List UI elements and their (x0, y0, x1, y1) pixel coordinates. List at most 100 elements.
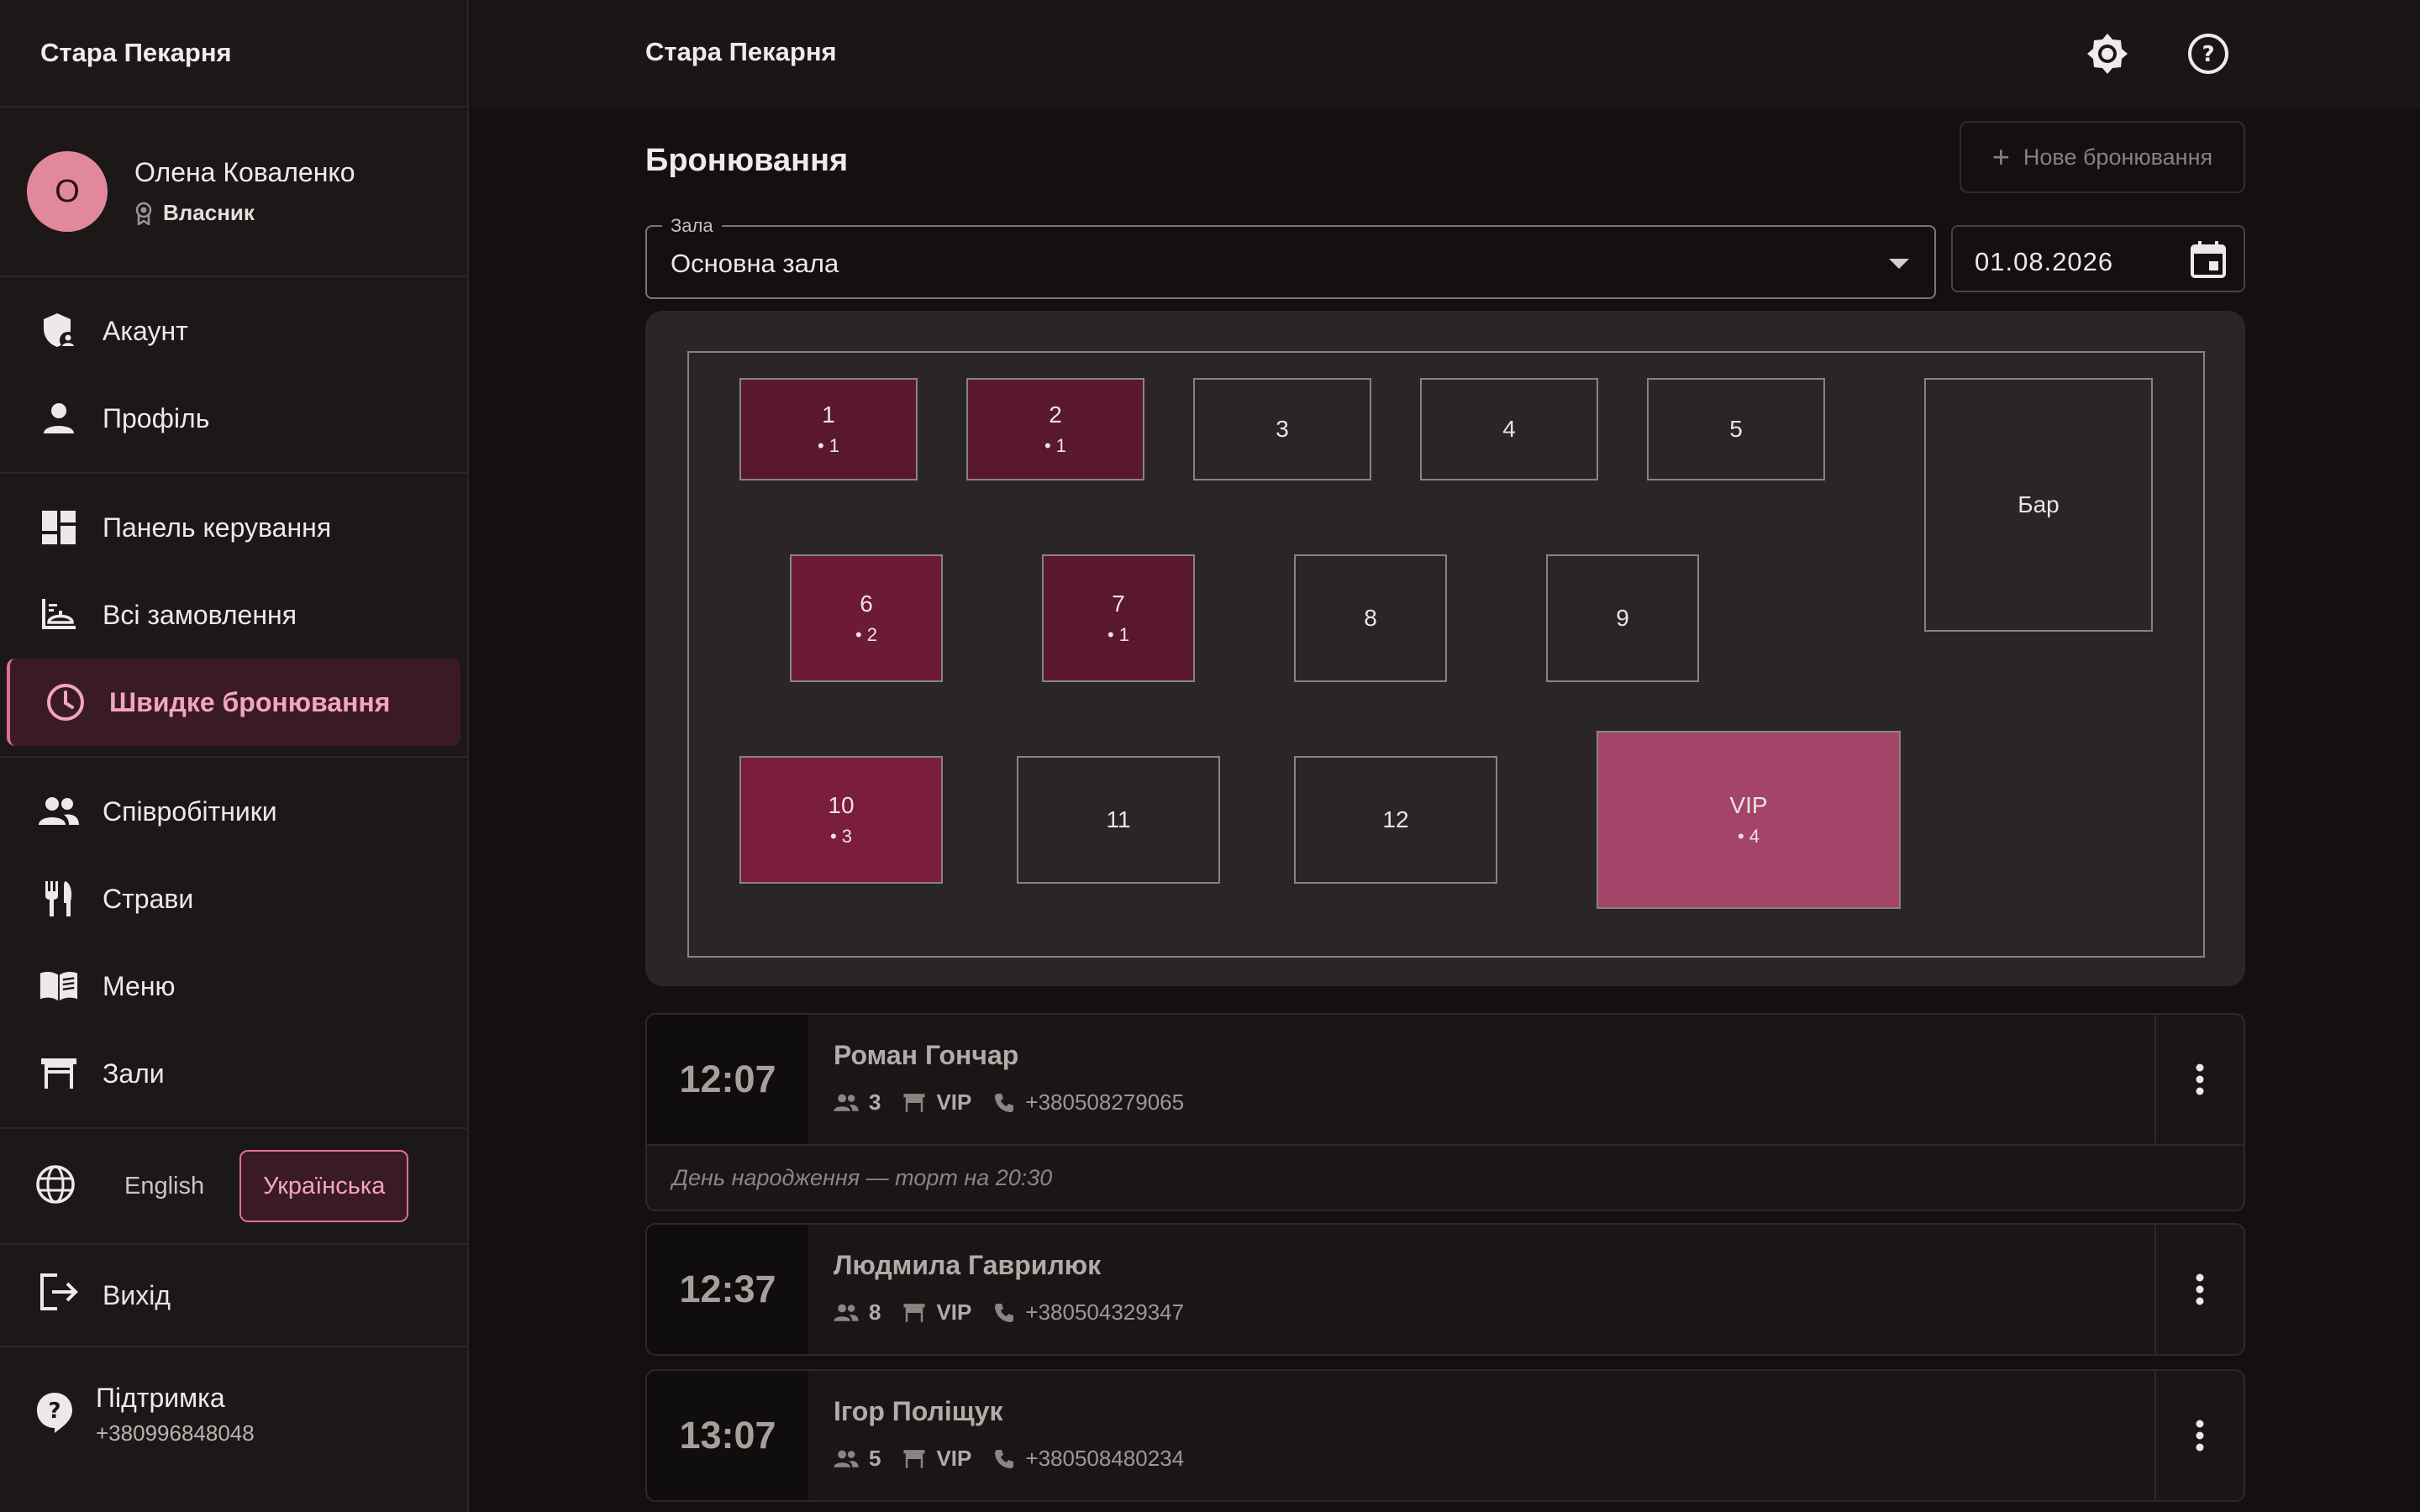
date-picker[interactable]: 01.08.2026 (1951, 225, 2245, 292)
table-label: VIP (1729, 792, 1768, 818)
svg-text:?: ? (48, 1399, 60, 1424)
help-circle-icon: ? (2188, 34, 2228, 74)
topbar-title: Стара Пекарня (645, 37, 837, 66)
new-booking-label: Нове бронювання (2023, 144, 2213, 170)
table-booking-count: • 1 (1107, 624, 1130, 645)
main-content: Бронювання + Нове бронювання Зала Основн… (645, 108, 2245, 1502)
sidebar-item-label: Швидке бронювання (109, 686, 391, 717)
dashboard-icon (39, 507, 79, 548)
people-icon (834, 1450, 859, 1467)
help-button[interactable]: ? (2180, 25, 2237, 82)
nav-group-main: Панель керування Всі замовлення Швидке б… (0, 474, 467, 758)
table-2[interactable]: 2 • 1 (966, 378, 1144, 480)
sidebar-item-label: Зали (103, 1058, 165, 1089)
table-5[interactable]: 5 (1647, 378, 1825, 480)
reservation-menu-button[interactable] (2154, 1015, 2244, 1144)
floor-plan: 1 • 1 2 • 1 3 4 5 Бар 6 • 2 7 • 1 8 9 10… (645, 311, 2245, 986)
people-icon (834, 1094, 859, 1111)
new-booking-button[interactable]: + Нове бронювання (1960, 121, 2245, 193)
more-vert-icon (2196, 1063, 2204, 1095)
table-10[interactable]: 10 • 3 (739, 756, 943, 884)
brightness-icon (2087, 34, 2128, 74)
sidebar-brand: Стара Пекарня (0, 0, 467, 108)
hall-select[interactable]: Зала Основна зала (645, 215, 1936, 299)
sidebar-item-account[interactable]: Акаунт (0, 287, 467, 375)
table-label: 12 (1382, 806, 1409, 832)
person-icon (39, 398, 79, 438)
reservation-card[interactable]: 13:07 Ігор Поліщук 5 VIP +380508480234 (645, 1369, 2245, 1502)
sidebar-item-label: Панель керування (103, 512, 332, 543)
sidebar-item-orders[interactable]: Всі замовлення (0, 571, 467, 659)
table-1[interactable]: 1 • 1 (739, 378, 918, 480)
table-booking-count: • 3 (829, 826, 853, 847)
people-icon (834, 1304, 859, 1321)
table-label: 9 (1616, 605, 1629, 631)
table-7[interactable]: 7 • 1 (1042, 554, 1195, 682)
logout-icon (39, 1273, 79, 1318)
sidebar-item-quick-booking[interactable]: Швидке бронювання (7, 659, 460, 746)
table-12[interactable]: 12 (1294, 756, 1497, 884)
calendar-icon[interactable] (2190, 240, 2227, 283)
theme-toggle-button[interactable] (2079, 25, 2136, 82)
table-label: 2 (1049, 402, 1062, 428)
fork-knife-icon (39, 879, 79, 919)
table-label: 10 (828, 792, 855, 818)
reservation-guests: 3 (869, 1089, 881, 1115)
count-value: 1 (829, 435, 840, 456)
support-title: Підтримка (96, 1383, 225, 1413)
sidebar-item-profile[interactable]: Профіль (0, 375, 467, 462)
table-bar[interactable]: Бар (1924, 378, 2153, 632)
table-9[interactable]: 9 (1546, 554, 1699, 682)
sidebar-item-menu[interactable]: Меню (0, 942, 467, 1030)
table-6[interactable]: 6 • 2 (790, 554, 943, 682)
user-card: О Олена Коваленко Власник (0, 108, 467, 277)
shield-account-icon (39, 311, 79, 351)
reservation-card[interactable]: 12:07 Роман Гончар 3 VIP +380508279065 Д… (645, 1013, 2245, 1211)
hall-select-label: Зала (662, 215, 722, 237)
sidebar-item-label: Меню (103, 970, 176, 1001)
reservation-table: VIP (936, 1089, 972, 1115)
sidebar-item-staff[interactable]: Співробітники (0, 768, 467, 855)
reservation-time: 12:07 (647, 1015, 808, 1144)
table-4[interactable]: 4 (1420, 378, 1598, 480)
reservation-phone: +380504329347 (1025, 1299, 1185, 1325)
sidebar-item-label: Профіль (103, 402, 210, 433)
sidebar-item-dashboard[interactable]: Панель керування (0, 484, 467, 571)
language-english-button[interactable]: English (103, 1150, 226, 1222)
people-icon (39, 791, 79, 832)
page-title: Бронювання (645, 143, 849, 178)
logout-button[interactable]: Вихід (0, 1245, 467, 1347)
table-booking-count: • 2 (855, 624, 878, 645)
logout-label: Вихід (103, 1279, 171, 1310)
table-11[interactable]: 11 (1017, 756, 1220, 884)
date-value: 01.08.2026 (1975, 247, 2114, 276)
svg-text:?: ? (2202, 42, 2214, 67)
sidebar-item-label: Страви (103, 883, 194, 914)
table-8[interactable]: 8 (1294, 554, 1447, 682)
count-value: 2 (866, 624, 878, 645)
table-3[interactable]: 3 (1193, 378, 1371, 480)
avatar[interactable]: О (27, 151, 108, 232)
more-vert-icon (2196, 1273, 2204, 1305)
plus-icon: + (1991, 139, 2010, 174)
table-label: Бар (2018, 491, 2060, 517)
reservation-card[interactable]: 12:37 Людмила Гаврилюк 8 VIP +3805043293… (645, 1223, 2245, 1356)
help-bubble-icon: ? (35, 1391, 74, 1439)
support-block[interactable]: ? Підтримка +380996848048 (0, 1347, 467, 1482)
reservation-time: 13:07 (647, 1371, 808, 1500)
table-label: 7 (1112, 591, 1125, 617)
reservation-menu-button[interactable] (2154, 1225, 2244, 1354)
table-label: 5 (1729, 416, 1743, 442)
sidebar-item-halls[interactable]: Зали (0, 1030, 467, 1117)
phone-icon (995, 1449, 1014, 1468)
sidebar-item-dishes[interactable]: Страви (0, 855, 467, 942)
reservation-table: VIP (936, 1446, 972, 1471)
language-ukrainian-button[interactable]: Українська (239, 1150, 409, 1222)
more-vert-icon (2196, 1420, 2204, 1452)
reservation-note: День народження — торт на 20:30 (647, 1144, 2244, 1210)
reservation-menu-button[interactable] (2154, 1371, 2244, 1500)
reservation-guest-name: Ігор Поліщук (834, 1396, 1003, 1426)
count-value: 1 (1118, 624, 1130, 645)
table-vip[interactable]: VIP • 4 (1597, 731, 1901, 909)
table-label: 11 (1106, 806, 1131, 832)
